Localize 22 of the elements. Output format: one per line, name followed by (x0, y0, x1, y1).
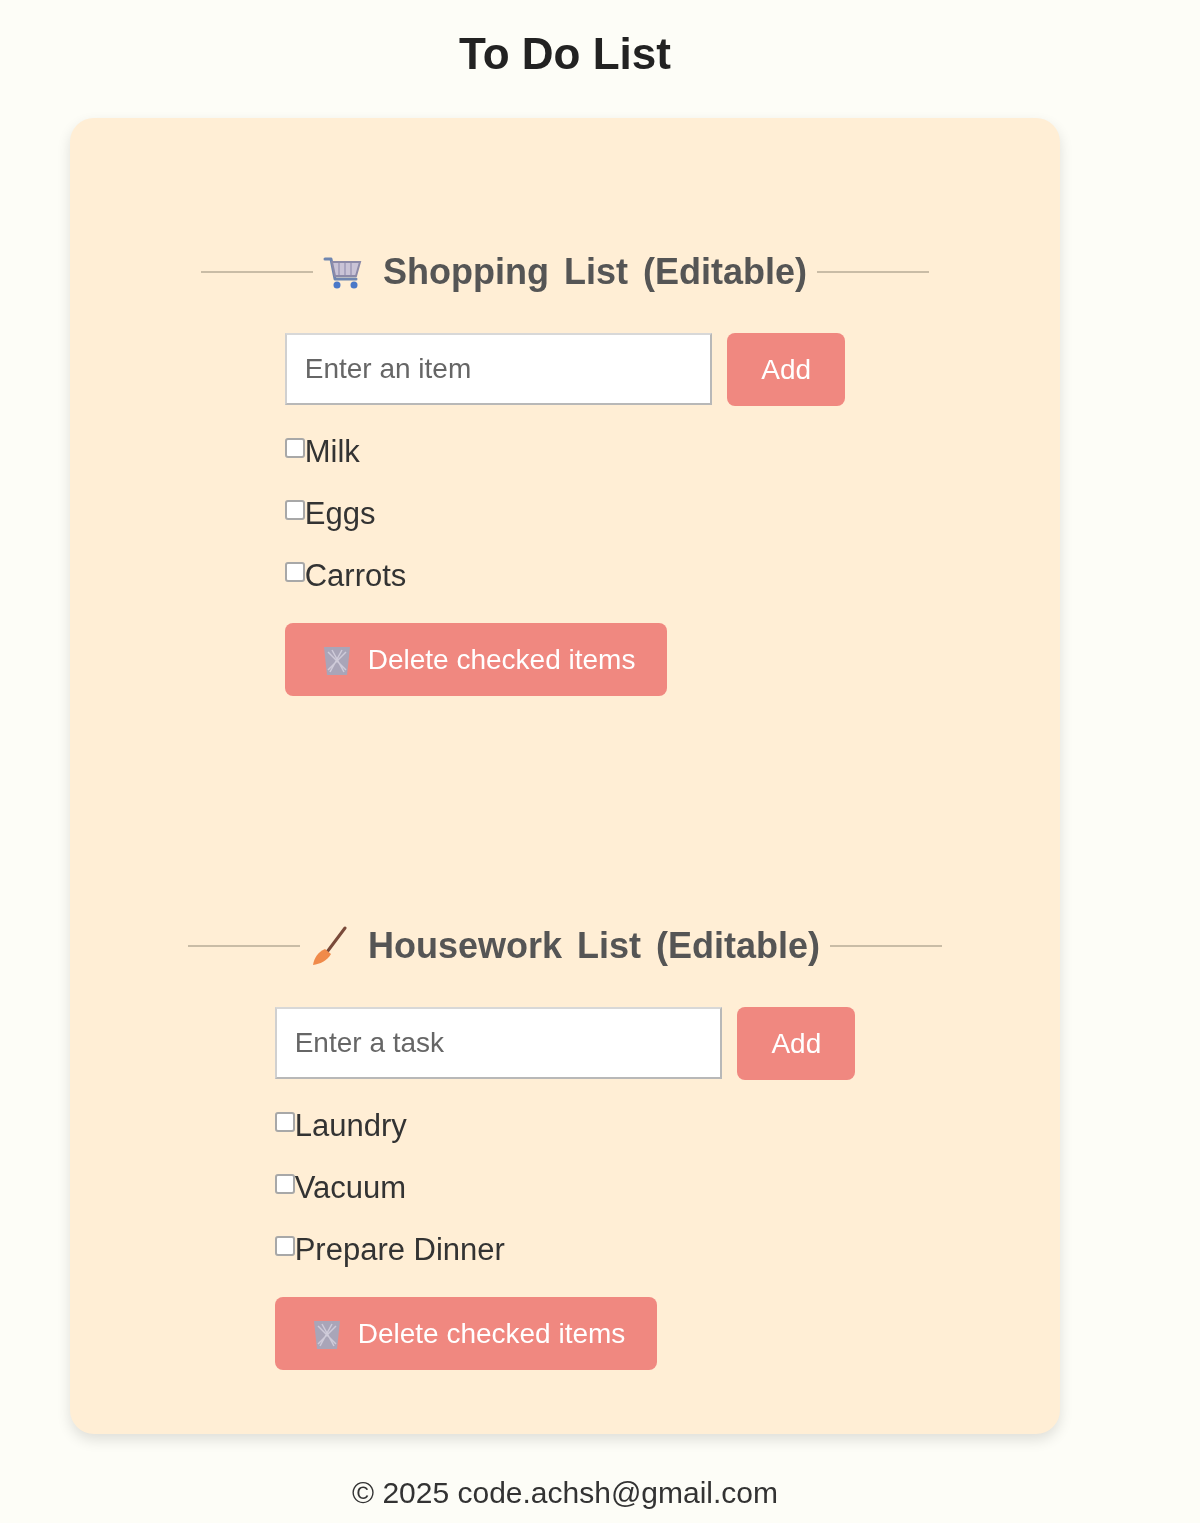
checkbox[interactable] (274, 1236, 295, 1256)
footer-text: © 2025 code.achsh@gmail.com (351, 1475, 779, 1511)
checkbox[interactable] (284, 500, 305, 520)
item-label: Eggs (304, 495, 376, 533)
page-title: To Do List (459, 28, 671, 80)
list-heading: Shopping List (Editable) (383, 250, 807, 294)
checkbox[interactable] (284, 562, 305, 582)
item-label: Milk (304, 433, 360, 471)
item-label: Vacuum (294, 1169, 407, 1207)
list-heading: Housework List (Editable) (367, 924, 821, 968)
input-field[interactable]: Enter an item (284, 333, 713, 405)
checkbox[interactable] (284, 438, 305, 458)
delete-checked-button[interactable]: Delete checked items (274, 1297, 658, 1370)
checkbox[interactable] (274, 1174, 295, 1194)
checkbox[interactable] (274, 1112, 295, 1132)
item-label: Carrots (304, 557, 407, 595)
input-field[interactable]: Enter a task (274, 1007, 723, 1079)
add-button[interactable]: Add (727, 333, 846, 406)
add-button[interactable]: Add (737, 1007, 856, 1080)
delete-checked-button[interactable]: Delete checked items (284, 623, 668, 696)
item-label: Prepare Dinner (294, 1231, 505, 1269)
item-label: Laundry (294, 1107, 407, 1145)
